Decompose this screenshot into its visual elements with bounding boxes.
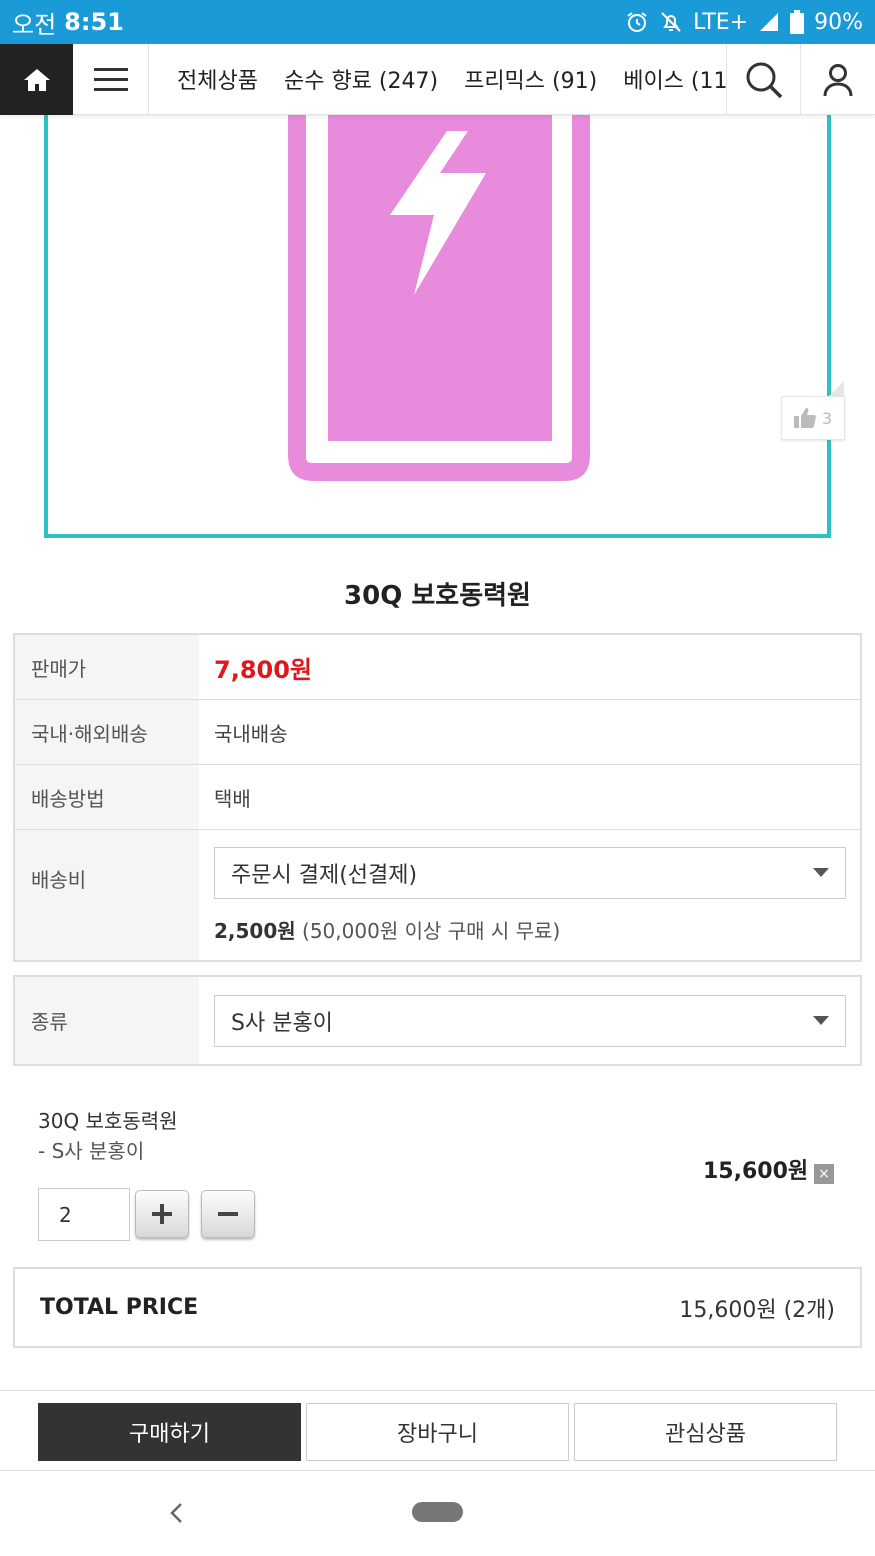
account-button[interactable] xyxy=(801,44,875,115)
category-tab-all[interactable]: 전체상품 xyxy=(177,63,258,95)
total-price-label: TOTAL PRICE xyxy=(40,1295,199,1320)
battery-charging-illustration xyxy=(288,115,590,481)
quantity-input[interactable]: 2 xyxy=(38,1188,130,1241)
selected-item-option: - S사 분홍이 xyxy=(38,1139,145,1163)
category-tab-premix[interactable]: 프리믹스 (91) xyxy=(464,63,597,95)
shipping-fee-note: (50,000원 이상 구매 시 무료) xyxy=(302,918,561,943)
back-icon xyxy=(170,1503,182,1523)
system-nav-bar xyxy=(0,1470,875,1556)
option-label: 종류 xyxy=(15,977,199,1064)
notifications-off-icon xyxy=(661,12,681,32)
product-info-table: 판매가 7,800원 국내·해외배송 국내배송 배송방법 택배 배송비 주문시 … xyxy=(13,633,862,962)
chevron-down-icon xyxy=(813,1016,829,1025)
category-tab-pure-flavor[interactable]: 순수 향료 (247) xyxy=(284,63,438,95)
search-icon xyxy=(746,62,782,98)
status-time: 8:51 xyxy=(64,8,124,36)
option-select-cell: S사 분홍이 xyxy=(199,977,860,1064)
chevron-down-icon xyxy=(813,868,829,877)
close-icon: × xyxy=(818,1166,830,1182)
shipping-fee-detail: 2,500원 (50,000원 이상 구매 시 무료) xyxy=(214,915,560,944)
total-price-value: 15,600원 (2개) xyxy=(679,1297,835,1323)
shipping-method-value: 택배 xyxy=(214,786,251,811)
alarm-icon xyxy=(627,12,647,32)
shipping-fee-amount: 2,500원 xyxy=(214,918,296,943)
search-button[interactable] xyxy=(727,44,801,115)
remove-item-button[interactable]: × xyxy=(814,1164,834,1184)
battery-icon xyxy=(790,10,805,34)
info-row-shipping-fee: 배송비 주문시 결제(선결제) 2,500원 (50,000원 이상 구매 시 … xyxy=(15,830,860,960)
info-row-shipping-region: 국내·해외배송 국내배송 xyxy=(15,700,860,765)
plus-icon xyxy=(152,1204,172,1224)
home-button[interactable] xyxy=(0,44,73,115)
menu-button[interactable] xyxy=(73,44,149,115)
top-nav: 전체상품 순수 향료 (247) 프리믹스 (91) 베이스 (11 xyxy=(0,44,875,115)
like-button[interactable]: 3 xyxy=(781,396,845,440)
hamburger-icon xyxy=(93,67,128,91)
status-bar: 오전 8:51 LTE+ 90% xyxy=(0,0,875,44)
home-icon xyxy=(23,68,50,91)
cart-button[interactable]: 장바구니 xyxy=(306,1403,569,1461)
shipping-fee-cell: 주문시 결제(선결제) 2,500원 (50,000원 이상 구매 시 무료) xyxy=(199,830,860,960)
total-price-box: TOTAL PRICE 15,600원 (2개) xyxy=(13,1267,862,1348)
status-time-group: 오전 8:51 xyxy=(12,5,124,40)
product-image xyxy=(44,115,831,538)
status-icons: LTE+ 90% xyxy=(625,10,863,35)
price-value-cell: 7,800원 xyxy=(199,635,860,699)
network-type: LTE+ xyxy=(693,9,749,35)
shipping-fee-selected: 주문시 결제(선결제) xyxy=(231,862,418,888)
price-label: 판매가 xyxy=(15,635,199,699)
selected-item-price: 15,600원 xyxy=(703,1159,809,1184)
back-button[interactable] xyxy=(168,1499,184,1532)
option-table: 종류 S사 분홍이 xyxy=(13,975,862,1066)
home-gesture-pill[interactable] xyxy=(412,1502,463,1522)
like-badge-corner xyxy=(828,381,844,397)
category-tabs: 전체상품 순수 향료 (247) 프리믹스 (91) 베이스 (11 xyxy=(149,44,727,114)
selected-item-name: 30Q 보호동력원 xyxy=(38,1109,178,1133)
option-select[interactable]: S사 분홍이 xyxy=(214,994,846,1047)
battery-level: 90% xyxy=(814,9,863,35)
info-row-price: 판매가 7,800원 xyxy=(15,635,860,700)
user-icon xyxy=(823,63,853,96)
minus-icon xyxy=(218,1212,238,1216)
quantity-increase-button[interactable] xyxy=(135,1190,189,1238)
wishlist-button[interactable]: 관심상품 xyxy=(574,1403,837,1461)
info-row-shipping-method: 배송방법 택배 xyxy=(15,765,860,830)
like-count: 3 xyxy=(821,408,833,428)
price-value: 7,800원 xyxy=(214,655,312,684)
shipping-fee-select[interactable]: 주문시 결제(선결제) xyxy=(214,846,846,899)
shipping-region-value: 국내배송 xyxy=(214,721,288,746)
action-bar: 구매하기 장바구니 관심상품 xyxy=(0,1390,875,1470)
buy-button[interactable]: 구매하기 xyxy=(38,1403,301,1461)
shipping-fee-label: 배송비 xyxy=(15,830,199,960)
status-ampm: 오전 xyxy=(12,10,57,39)
quantity-decrease-button[interactable] xyxy=(201,1190,255,1238)
shipping-method-label: 배송방법 xyxy=(15,765,199,829)
category-tab-base[interactable]: 베이스 (11 xyxy=(623,63,726,95)
option-selected: S사 분홍이 xyxy=(231,1010,333,1036)
shipping-region-label: 국내·해외배송 xyxy=(15,700,199,764)
product-title: 30Q 보호동력원 xyxy=(344,581,531,611)
signal-icon xyxy=(760,13,779,31)
thumbs-up-icon xyxy=(793,408,816,428)
